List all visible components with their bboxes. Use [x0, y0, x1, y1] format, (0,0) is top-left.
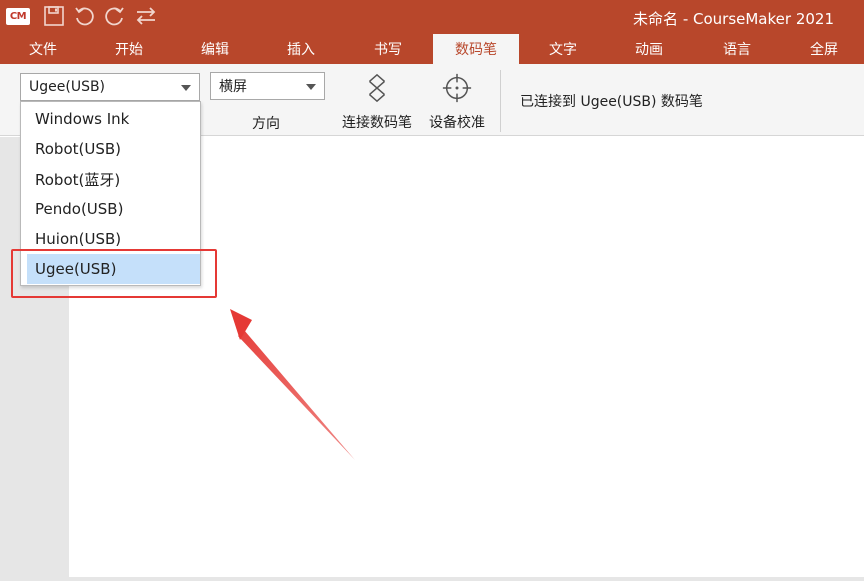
- tab-animation[interactable]: 动画: [606, 34, 692, 64]
- dropdown-option-robot-usb[interactable]: Robot(USB): [27, 134, 200, 164]
- tab-fullscreen[interactable]: 全屏: [781, 34, 864, 64]
- redo-icon[interactable]: [103, 4, 127, 28]
- ribbon-tabs: 文件 开始 编辑 插入 书写 数码笔 文字 动画 语言 全屏: [0, 34, 864, 64]
- chevron-down-icon: [181, 85, 191, 91]
- orientation-label: 方向: [252, 116, 280, 132]
- tab-file[interactable]: 文件: [0, 34, 86, 64]
- tab-language[interactable]: 语言: [694, 34, 780, 64]
- tab-insert[interactable]: 插入: [258, 34, 344, 64]
- save-icon[interactable]: [42, 4, 66, 28]
- tab-home[interactable]: 开始: [86, 34, 172, 64]
- swap-icon[interactable]: [134, 4, 158, 28]
- device-select[interactable]: Ugee(USB): [20, 73, 200, 101]
- dropdown-option-robot-bluetooth[interactable]: Robot(蓝牙): [27, 164, 200, 194]
- dropdown-option-windows-ink[interactable]: Windows Ink: [27, 104, 200, 134]
- chevron-down-icon: [306, 84, 316, 90]
- device-select-value: Ugee(USB): [29, 79, 106, 95]
- window-title: 未命名 - CourseMaker 2021: [633, 10, 834, 28]
- tab-edit[interactable]: 编辑: [172, 34, 258, 64]
- dropdown-option-pendo-usb[interactable]: Pendo(USB): [27, 194, 200, 224]
- calibrate-button[interactable]: 设备校准: [417, 68, 497, 132]
- orientation-select-value: 横屏: [219, 79, 247, 95]
- connect-pen-label: 连接数码笔: [342, 115, 412, 131]
- title-bar: CM 未命名 - CourseMaker 2021: [0, 0, 864, 34]
- annotation-highlight-box: [11, 249, 217, 298]
- bottom-border: [0, 577, 864, 581]
- tab-text[interactable]: 文字: [520, 34, 606, 64]
- connection-status: 已连接到 Ugee(USB) 数码笔: [520, 94, 703, 110]
- tab-write[interactable]: 书写: [345, 34, 431, 64]
- tab-digital-pen[interactable]: 数码笔: [433, 34, 519, 64]
- connect-pen-icon: [368, 73, 386, 103]
- crosshair-icon: [442, 73, 472, 103]
- ribbon-divider: [500, 70, 501, 132]
- orientation-select[interactable]: 横屏: [210, 72, 325, 100]
- connect-pen-button[interactable]: 连接数码笔: [337, 68, 417, 132]
- calibrate-label: 设备校准: [429, 115, 485, 131]
- undo-icon[interactable]: [72, 4, 96, 28]
- app-logo: CM: [6, 8, 30, 25]
